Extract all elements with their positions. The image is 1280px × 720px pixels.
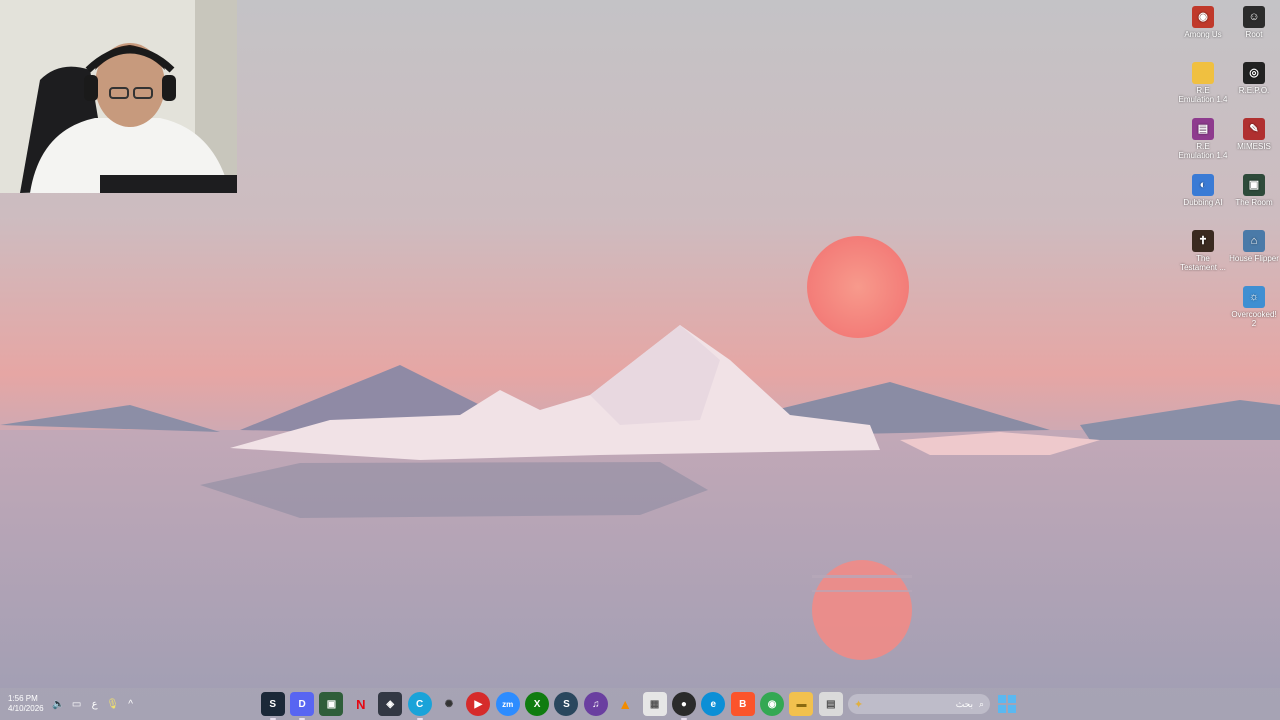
the-room-icon: ▣ (1243, 174, 1265, 196)
webcam-overlay (0, 0, 237, 193)
file-explorer-icon[interactable]: ▬ (789, 692, 814, 716)
xbox-icon[interactable]: X (525, 692, 550, 716)
testament-icon: ✝ (1192, 230, 1214, 252)
folder-icon (1192, 62, 1214, 84)
start-icon-tile (1008, 705, 1016, 713)
notepad-icon[interactable]: ▤ (818, 692, 843, 716)
desktop-icon-house-flipper[interactable]: ⌂ House Flipper (1229, 226, 1279, 280)
zoom-icon[interactable]: zm (495, 692, 520, 716)
desktop-icon-re-emulation-archive[interactable]: ▤ R.E Emulation 1.4 (1178, 114, 1228, 168)
headset-app-icon[interactable]: ♫ (583, 692, 608, 716)
start-button[interactable] (998, 695, 1016, 713)
network-icon[interactable]: ▭ (68, 695, 86, 713)
start-icon-tile (1008, 695, 1016, 703)
steam-icon[interactable]: S (260, 692, 285, 720)
desktop: ◉ Among Us ☺ Root R.E Emulation 1.4 ◎ R.… (0, 0, 1280, 688)
desktop-icon-re-emulation-folder[interactable]: R.E Emulation 1.4 (1178, 58, 1228, 112)
netflix-icon[interactable]: N (349, 692, 373, 716)
webcam-person-image (0, 0, 237, 193)
obs-icon[interactable]: ● (671, 692, 696, 720)
edge-icon[interactable]: e (701, 692, 726, 716)
system-tray: 1:56 PM 4/10/2026 🔈 ▭ ع 🎙 ^ (8, 688, 140, 720)
steam-2-icon[interactable]: S (554, 692, 579, 716)
search-icon: ⌕ (978, 698, 984, 709)
youtube-music-icon[interactable]: ▶ (466, 692, 491, 716)
desktop-icon-dubbing-ai[interactable]: ◐ Dubbing AI (1178, 170, 1228, 224)
taskbar-search[interactable]: ✦ بحث ⌕ (848, 694, 990, 714)
winrar-icon: ▤ (1192, 118, 1214, 140)
search-decoration-icon: ✦ (854, 698, 864, 711)
start-icon-tile (998, 705, 1006, 713)
clock-date: 4/10/2026 (8, 704, 44, 713)
root-icon: ☺ (1243, 6, 1265, 28)
taskbar: 1:56 PM 4/10/2026 🔈 ▭ ع 🎙 ^ S D ▣ N ◈ C … (0, 688, 1280, 720)
discord-icon[interactable]: D (290, 692, 315, 720)
vlc-icon[interactable]: ▲ (613, 692, 637, 716)
davinci-resolve-icon[interactable]: ◈ (378, 692, 403, 716)
overcooked-icon: ☼ (1243, 286, 1265, 308)
app-green-icon[interactable]: ▣ (319, 692, 344, 716)
microphone-icon[interactable]: 🎙 (104, 695, 122, 713)
desktop-icon-repo[interactable]: ◎ R.E.P.O. (1229, 58, 1279, 112)
chrome-icon[interactable]: ◉ (760, 692, 785, 716)
search-placeholder: بحث (955, 698, 973, 709)
among-us-icon: ◉ (1192, 6, 1214, 28)
chatgpt-circle-icon[interactable]: C (407, 692, 432, 720)
microsoft-store-icon[interactable]: ▦ (642, 692, 667, 716)
steelseries-icon[interactable]: ✺ (437, 692, 461, 716)
desktop-icon-root[interactable]: ☺ Root (1229, 2, 1279, 56)
brave-icon[interactable]: B (730, 692, 755, 716)
house-flipper-icon: ⌂ (1243, 230, 1265, 252)
chevron-up-icon[interactable]: ^ (122, 695, 140, 713)
clock-time: 1:56 PM (8, 694, 38, 703)
repo-icon: ◎ (1243, 62, 1265, 84)
dubbing-ai-icon: ◐ (1192, 174, 1214, 196)
mimesis-icon: ✎ (1243, 118, 1265, 140)
desktop-icon-mimesis[interactable]: ✎ MIMESIS (1229, 114, 1279, 168)
desktop-icon-among-us[interactable]: ◉ Among Us (1178, 2, 1228, 56)
taskbar-apps: S D ▣ N ◈ C ✺ ▶ zm X S ♫ ▲ ▦ ● e B ◉ ▬ ▤ (258, 692, 846, 720)
start-icon-tile (998, 695, 1006, 703)
desktop-icon-overcooked-2[interactable]: ☼ Overcooked! 2 (1229, 282, 1279, 336)
language-indicator[interactable]: ع (86, 695, 104, 713)
desktop-icon-the-testament[interactable]: ✝ The Testament ... (1178, 226, 1228, 280)
desktop-icon-the-room[interactable]: ▣ The Room (1229, 170, 1279, 224)
clock[interactable]: 1:56 PM 4/10/2026 (8, 694, 44, 714)
volume-icon[interactable]: 🔈 (50, 695, 68, 713)
